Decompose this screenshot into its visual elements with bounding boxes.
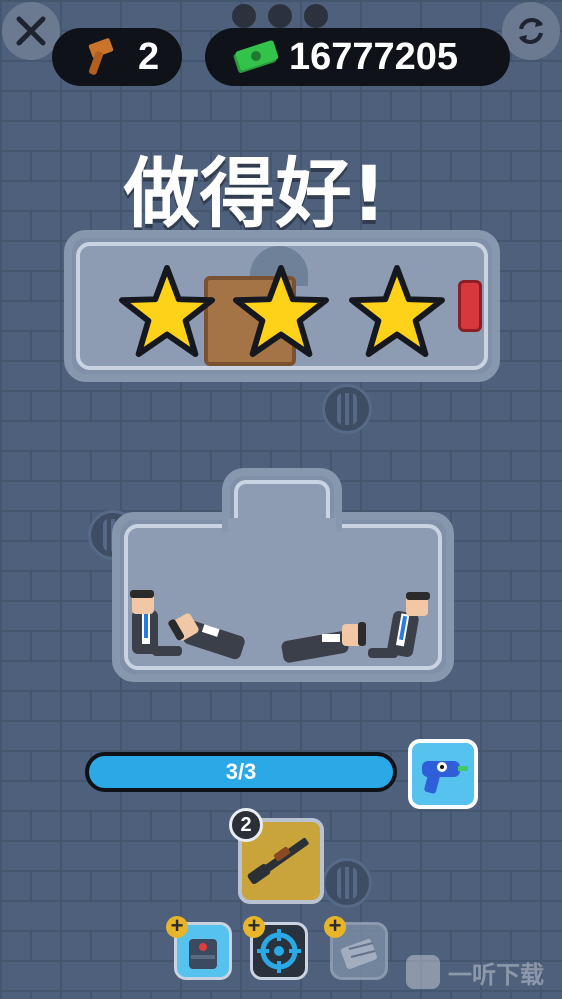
- water-gun-reward[interactable]: [408, 739, 478, 809]
- cash-amount: 16777205: [289, 35, 459, 78]
- enemy-agent-4: [368, 592, 430, 658]
- wall-vent: [322, 384, 372, 434]
- watermark-text: 一听下载: [448, 961, 544, 989]
- weapon-count-badge: 2: [229, 808, 263, 842]
- kill-progress-label: 3/3: [225, 759, 257, 784]
- page-dot: [304, 4, 328, 28]
- star-1-icon: [119, 264, 215, 358]
- level-complete-title: 做得好!: [123, 149, 387, 238]
- cash-icon: [233, 40, 279, 73]
- hammer-counter: 2: [52, 28, 182, 86]
- bomb-vest-plus-badge: +: [166, 915, 188, 938]
- watermark: 一听下载: [406, 952, 544, 992]
- page-dot: [232, 4, 256, 28]
- restart-button[interactable]: [502, 2, 560, 60]
- wall-vent: [322, 858, 372, 908]
- page-dot: [268, 4, 292, 28]
- hammer-icon: [88, 38, 114, 75]
- cage-plus-badge: +: [324, 915, 346, 938]
- star-2-icon: [233, 264, 329, 358]
- hammer-count: 2: [138, 35, 160, 78]
- kill-progress-bar: 3/3: [85, 752, 397, 792]
- red-button: [458, 280, 482, 332]
- defeated-enemies: [130, 590, 430, 663]
- room-connector: [228, 518, 336, 548]
- star-3-icon: [349, 264, 445, 358]
- watermark-logo-icon: [406, 955, 440, 989]
- restart-icon: [519, 18, 543, 44]
- crosshair-plus-badge: +: [243, 915, 265, 938]
- close-button[interactable]: [2, 2, 60, 60]
- water-gun-icon: [422, 761, 468, 794]
- close-icon: [16, 16, 46, 46]
- cash-counter: 16777205: [205, 28, 510, 86]
- enemy-agent-3: [281, 622, 366, 663]
